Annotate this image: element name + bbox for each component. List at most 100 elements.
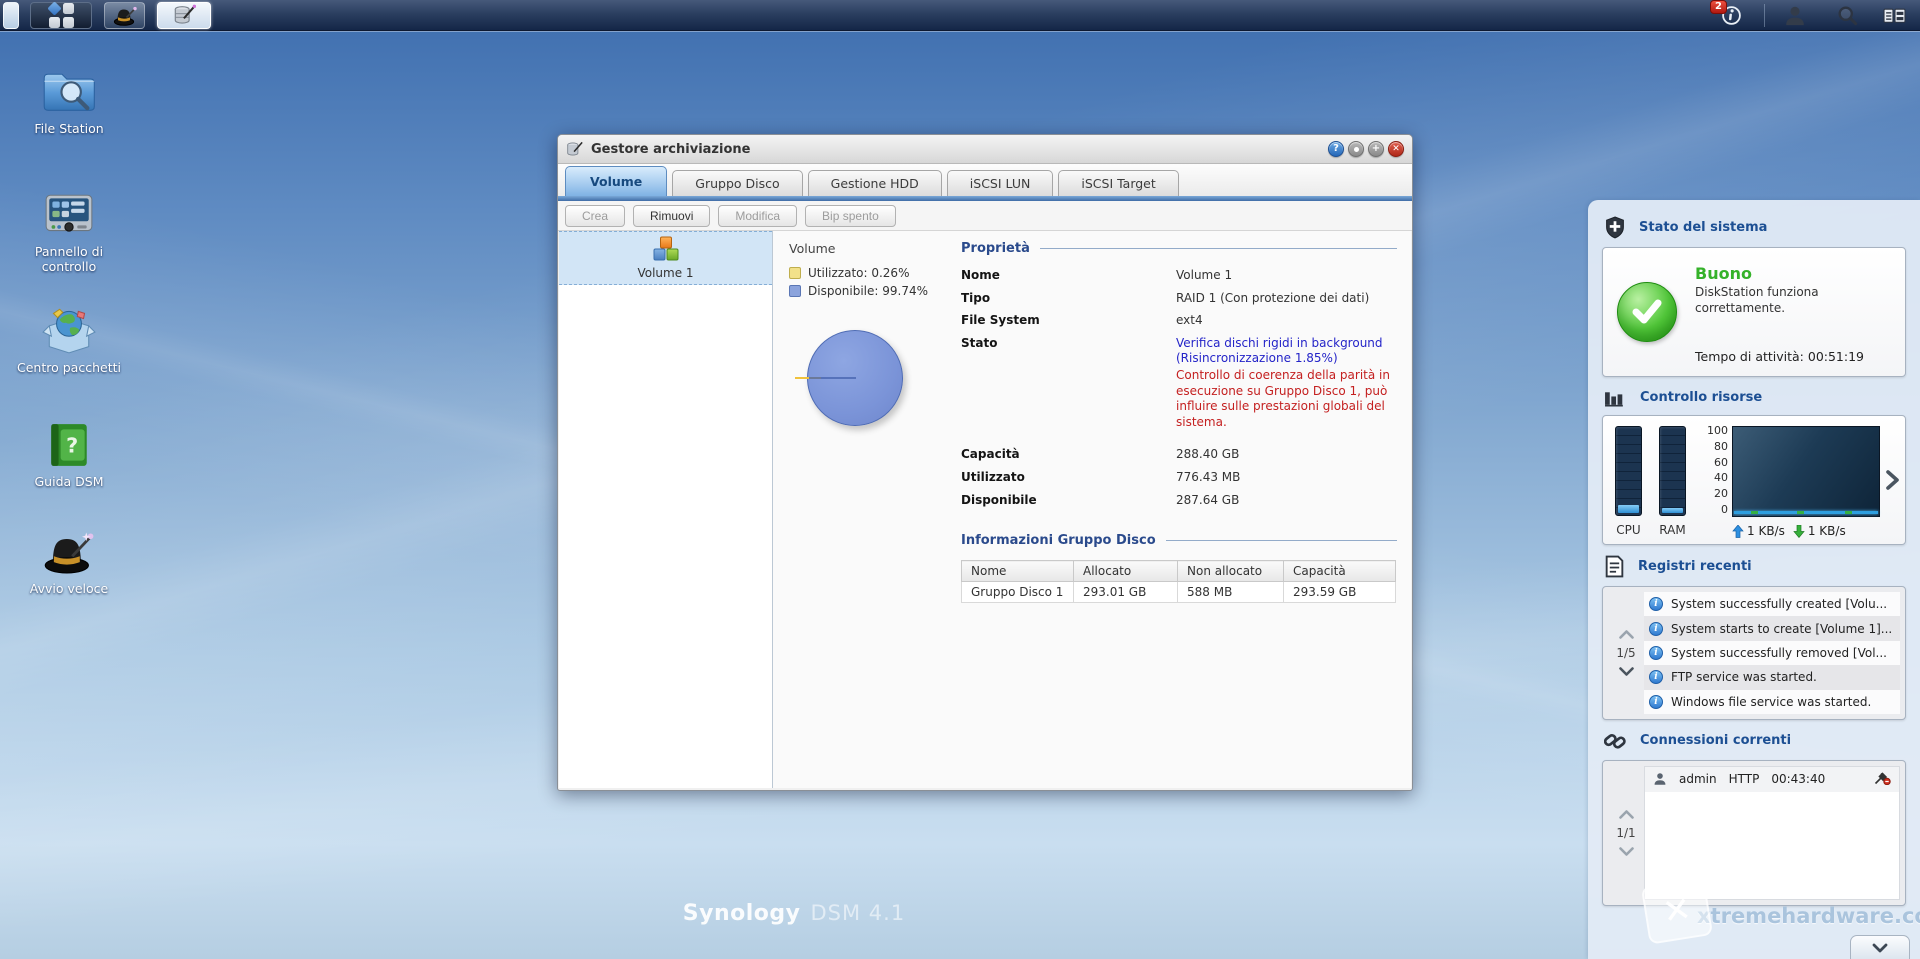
- tab-iscsi-lun[interactable]: iSCSI LUN: [947, 170, 1054, 196]
- status-warning-text: Controllo di coerenza della parità in es…: [1176, 368, 1397, 430]
- user-button[interactable]: [1772, 2, 1818, 29]
- window-icon: [566, 141, 583, 158]
- connections-page-indicator: 1/1: [1616, 826, 1635, 840]
- volume-item-label: Volume 1: [637, 266, 693, 280]
- widgets-sidebar: Stato del sistema Buono DiskStation funz…: [1588, 200, 1920, 959]
- desktop-icon-label: Avvio veloce: [30, 581, 108, 596]
- window-title: Gestore archiviazione: [591, 142, 750, 157]
- log-row[interactable]: iSystem successfully created [Volu...: [1644, 592, 1900, 616]
- tab-label: Gruppo Disco: [695, 176, 779, 191]
- maximize-button[interactable]: +: [1368, 141, 1384, 157]
- connections-list: admin HTTP 00:43:40: [1644, 766, 1900, 900]
- connection-row[interactable]: admin HTTP 00:43:40: [1645, 767, 1899, 792]
- search-button[interactable]: [1824, 2, 1870, 29]
- recent-logs-title: Registri recenti: [1638, 559, 1752, 574]
- table-row[interactable]: Gruppo Disco 1 293.01 GB 588 MB 293.59 G…: [962, 582, 1396, 603]
- tab-volume[interactable]: Volume: [565, 166, 667, 196]
- minimize-button[interactable]: [1348, 141, 1364, 157]
- chevron-down-icon: [1872, 943, 1888, 953]
- prop-value: Volume 1: [1176, 268, 1232, 284]
- remove-button[interactable]: Rimuovi: [633, 205, 710, 227]
- notification-badge: 2: [1710, 0, 1727, 14]
- prop-label: Tipo: [961, 291, 1176, 307]
- info-icon: i: [1649, 646, 1663, 660]
- log-row[interactable]: iSystem starts to create [Volume 1]...: [1644, 616, 1900, 640]
- connection-user: admin: [1679, 772, 1717, 786]
- page-down-icon[interactable]: [1619, 667, 1634, 676]
- recent-logs-widget: 1/5 iSystem successfully created [Volu..…: [1602, 586, 1906, 720]
- pilot-view-button[interactable]: [1872, 2, 1916, 29]
- usage-pie-chart: [789, 320, 949, 460]
- page-up-icon[interactable]: [1619, 630, 1634, 639]
- pilot-view-icon: [1883, 6, 1906, 26]
- window-body: Volume 1 Volume Utilizzato: 0.26% Dispon…: [559, 231, 1411, 788]
- prop-value: 288.40 GB: [1176, 447, 1239, 463]
- info-icon: i: [1649, 670, 1663, 684]
- desktop-icon-file-station[interactable]: File Station: [10, 60, 128, 136]
- edit-button[interactable]: Modifica: [718, 205, 797, 227]
- sidebar-collapse-tab[interactable]: [1850, 935, 1910, 959]
- storage-manager-icon: [173, 4, 196, 27]
- download-dot: [1797, 511, 1804, 514]
- resource-detail-arrow[interactable]: [1886, 470, 1899, 494]
- download-arrow-icon: [1793, 525, 1805, 538]
- search-icon: [1837, 5, 1858, 26]
- main-menu-icon: [49, 3, 74, 28]
- log-row[interactable]: iFTP service was started.: [1644, 665, 1900, 689]
- prop-value-status: Verifica dischi rigidi in background (Ri…: [1176, 336, 1397, 431]
- synology-logo-text: Synology: [683, 901, 801, 926]
- window-titlebar[interactable]: Gestore archiviazione ? + ✕: [558, 135, 1412, 164]
- col-capacita: Capacità: [1284, 561, 1396, 582]
- legend-free-label: Disponibile: 99.74%: [808, 284, 928, 298]
- desktop-icon-dsm-help[interactable]: ? Guida DSM: [10, 413, 128, 489]
- taskbar-separator: [1764, 4, 1765, 27]
- desktop-icon-quick-start[interactable]: Avvio veloce: [10, 520, 128, 596]
- bar-chart-icon: [1604, 387, 1627, 407]
- notifications-button[interactable]: 2: [1708, 2, 1754, 29]
- download-dot: [1845, 511, 1852, 514]
- graph-y-axis: 10080 6040 200: [1703, 424, 1728, 516]
- page-up-icon[interactable]: [1619, 810, 1634, 819]
- cpu-meter: CPU: [1615, 426, 1642, 538]
- logs-pager: 1/5: [1608, 592, 1644, 714]
- log-text: System successfully removed [Vol...: [1671, 646, 1887, 660]
- system-status-title: Stato del sistema: [1639, 220, 1767, 235]
- uptime-text: Tempo di attività: 00:51:19: [1695, 349, 1865, 364]
- properties-heading-text: Proprietà: [961, 241, 1030, 256]
- beep-off-button[interactable]: Bip spento: [805, 205, 896, 227]
- control-panel-icon: [42, 183, 96, 239]
- usage-column: Volume Utilizzato: 0.26% Disponibile: 99…: [789, 241, 955, 778]
- volume-cubes-icon: [651, 236, 681, 264]
- ram-label: RAM: [1659, 523, 1685, 537]
- log-row[interactable]: i System successfully removed [Vol...: [1644, 641, 1900, 665]
- disconnect-icon[interactable]: [1874, 770, 1891, 788]
- main-menu-button[interactable]: [30, 2, 92, 29]
- system-status-header: Stato del sistema: [1604, 216, 1904, 239]
- package-center-icon: [41, 299, 97, 355]
- show-desktop-button[interactable]: [3, 2, 19, 29]
- create-button[interactable]: Crea: [565, 205, 625, 227]
- quick-launch-taskbar-button[interactable]: [104, 2, 145, 29]
- quick-start-icon: [42, 520, 96, 576]
- tab-strip: Volume Gruppo Disco Gestione HDD iSCSI L…: [558, 164, 1412, 196]
- desktop-icon-label: Pannello di controllo: [10, 244, 128, 274]
- tab-gruppo-disco[interactable]: Gruppo Disco: [672, 170, 802, 196]
- page-down-icon[interactable]: [1619, 847, 1634, 856]
- volume-list-item[interactable]: Volume 1: [559, 231, 772, 285]
- storage-manager-taskbar-button[interactable]: [157, 2, 211, 29]
- connections-pager: 1/1: [1608, 766, 1644, 900]
- log-row[interactable]: iWindows file service was started.: [1644, 690, 1900, 714]
- disk-group-table: Nome Allocato Non allocato Capacità Grup…: [961, 560, 1396, 603]
- table-header-row: Nome Allocato Non allocato Capacità: [962, 561, 1396, 582]
- svg-text:?: ?: [66, 433, 78, 457]
- prop-label: Nome: [961, 268, 1176, 284]
- tab-iscsi-target[interactable]: iSCSI Target: [1058, 170, 1178, 196]
- desktop-icon-package-center[interactable]: Centro pacchetti: [10, 299, 128, 375]
- status-text-block: Buono DiskStation funziona correttamente…: [1695, 260, 1865, 364]
- help-button[interactable]: ?: [1328, 141, 1344, 157]
- close-button[interactable]: ✕: [1388, 141, 1404, 157]
- desktop-icon-control-panel[interactable]: Pannello di controllo: [10, 183, 128, 274]
- cell-nome: Gruppo Disco 1: [962, 582, 1074, 603]
- desktop-icon-label: File Station: [34, 121, 103, 136]
- tab-gestione-hdd[interactable]: Gestione HDD: [808, 170, 942, 196]
